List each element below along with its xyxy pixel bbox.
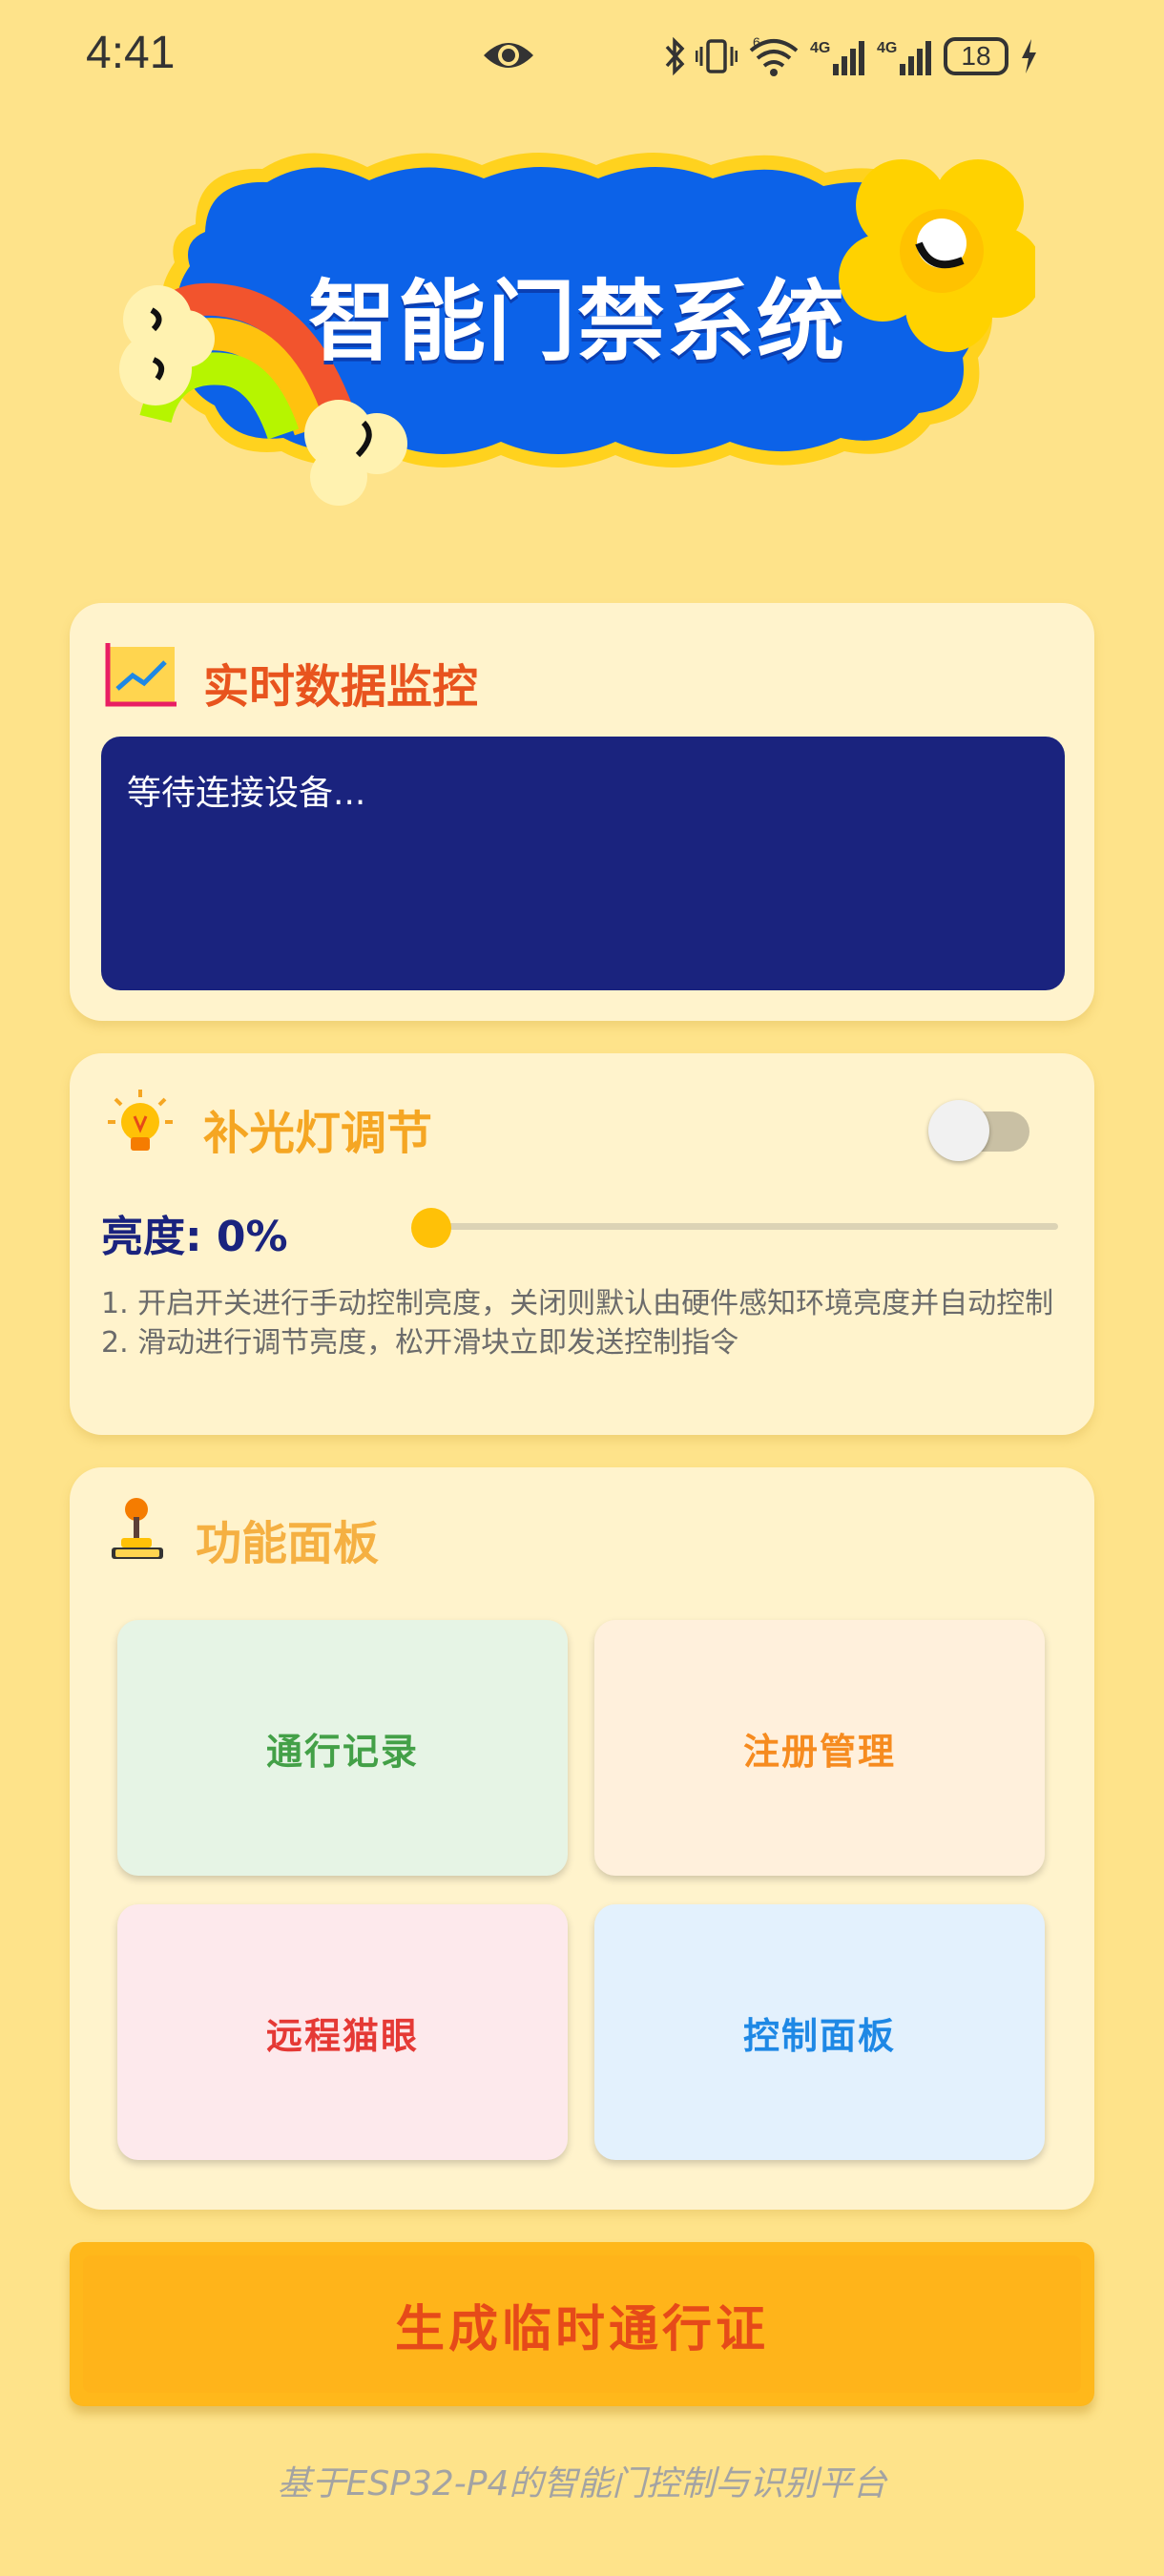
function-panel-title: 功能面板	[196, 1517, 380, 1570]
monitor-console: 等待连接设备...	[101, 737, 1065, 990]
svg-text:4G: 4G	[877, 40, 897, 56]
brightness-slider[interactable]	[356, 1206, 1062, 1248]
slider-thumb[interactable]	[411, 1208, 451, 1248]
wifi-icon: 6	[747, 35, 800, 77]
remote-peephole-button[interactable]: 远程猫眼	[117, 1904, 568, 2160]
brightness-label: 亮度: 0%	[101, 1213, 288, 1261]
fill-light-title: 补光灯调节	[203, 1107, 433, 1160]
status-icons: 6 4G 4G 18	[663, 32, 1039, 80]
generate-temp-pass-button[interactable]: 生成临时通行证	[70, 2242, 1094, 2406]
monitor-status-text: 等待连接设备...	[127, 774, 366, 813]
status-bar: 4:41 6 4G 4G 18	[0, 0, 1164, 114]
app-title: 智能门禁系统	[307, 271, 846, 373]
lightbulb-icon	[106, 1088, 175, 1160]
svg-text:4G: 4G	[810, 40, 830, 56]
monitor-title: 实时数据监控	[203, 660, 479, 714]
access-records-button[interactable]: 通行记录	[117, 1620, 568, 1876]
footer-text: 基于ESP32-P4的智能门控制与识别平台	[277, 2464, 887, 2503]
fill-light-instructions: 1. 开启开关进行手动控制亮度，关闭则默认由硬件感知环境亮度并自动控制 2. 滑…	[101, 1284, 1065, 1362]
registration-management-button[interactable]: 注册管理	[594, 1620, 1045, 1876]
signal-4g-icon: 4G	[810, 35, 867, 77]
instruction-line-2: 2. 滑动进行调节亮度，松开滑块立即发送控制指令	[101, 1326, 739, 1360]
vibrate-icon	[696, 35, 738, 77]
battery-icon: 18	[944, 37, 1008, 75]
svg-text:6: 6	[753, 35, 760, 50]
status-time: 4:41	[86, 28, 176, 78]
signal-4g-icon: 4G	[877, 35, 934, 77]
joystick-icon	[108, 1496, 169, 1568]
function-panel-card: 功能面板 通行记录 注册管理 远程猫眼 控制面板	[70, 1467, 1094, 2210]
chart-icon	[102, 641, 178, 714]
slider-track	[413, 1223, 1058, 1230]
fill-light-card: 补光灯调节 亮度: 0% 1. 开启开关进行手动控制亮度，关闭则默认由硬件感知环…	[70, 1053, 1094, 1435]
toggle-knob	[928, 1100, 989, 1161]
control-panel-button[interactable]: 控制面板	[594, 1904, 1045, 2160]
charging-icon	[1018, 35, 1039, 77]
realtime-monitor-card: 实时数据监控 等待连接设备...	[70, 603, 1094, 1021]
pass-button-label: 生成临时通行证	[394, 2300, 769, 2358]
instruction-line-1: 1. 开启开关进行手动控制亮度，关闭则默认由硬件感知环境亮度并自动控制	[101, 1287, 1054, 1320]
bluetooth-icon	[663, 35, 686, 77]
app-banner: 智能门禁系统	[119, 148, 1035, 530]
fill-light-toggle[interactable]	[928, 1096, 1031, 1161]
eye-icon	[482, 36, 535, 78]
